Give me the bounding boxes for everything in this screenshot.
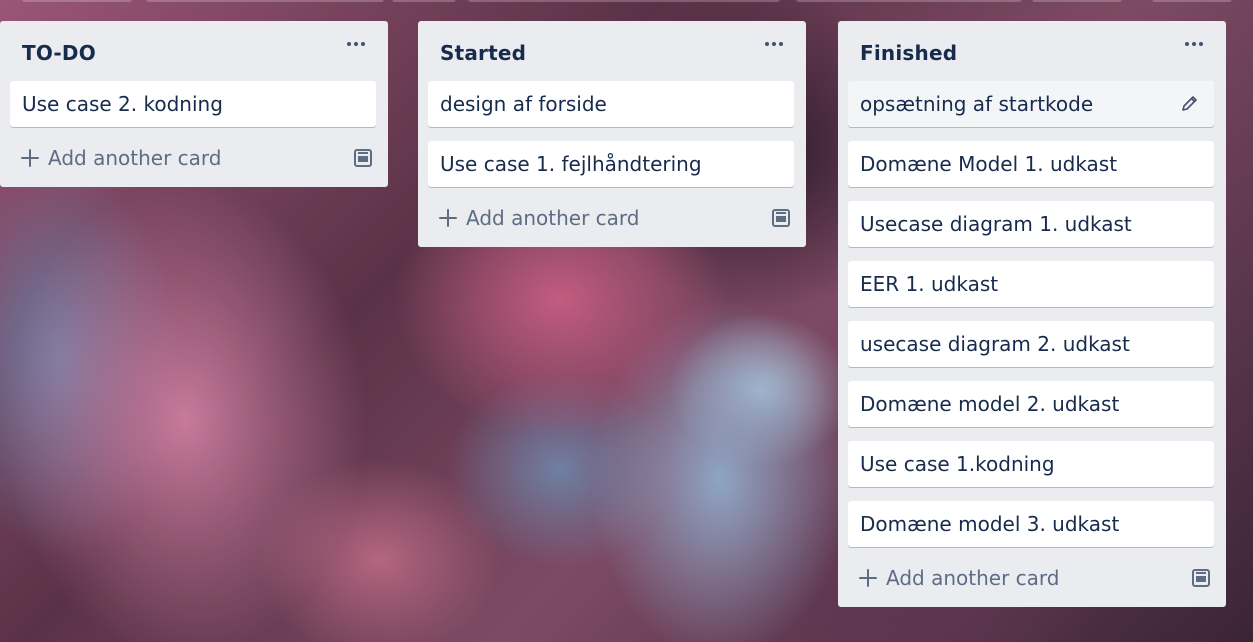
more-horizontal-icon[interactable] [762, 35, 786, 53]
card[interactable]: Domæne model 2. udkast [848, 381, 1214, 427]
list-header[interactable]: Started [428, 21, 794, 81]
add-card-button[interactable]: Add another card [856, 561, 1059, 595]
card-composer: Add another card [848, 547, 1214, 607]
card-title: opsætning af startkode [860, 92, 1094, 116]
add-card-button[interactable]: Add another card [436, 201, 639, 235]
add-card-label: Add another card [48, 146, 222, 170]
card-composer: Add another card [428, 187, 794, 247]
list-todo: TO-DO Use case 2. kodning Add another ca… [0, 21, 388, 187]
add-card-label: Add another card [466, 206, 640, 230]
pencil-icon[interactable] [1180, 93, 1200, 113]
card[interactable]: Use case 1. fejlhåndtering [428, 141, 794, 187]
card-template-icon[interactable] [770, 207, 792, 229]
list-header[interactable]: TO-DO [10, 21, 376, 81]
card[interactable]: usecase diagram 2. udkast [848, 321, 1214, 367]
more-horizontal-icon[interactable] [344, 35, 368, 53]
card[interactable]: Domæne Model 1. udkast [848, 141, 1214, 187]
more-horizontal-icon[interactable] [1182, 35, 1206, 53]
list-title[interactable]: TO-DO [22, 41, 96, 65]
card[interactable]: EER 1. udkast [848, 261, 1214, 307]
list-title[interactable]: Started [440, 41, 526, 65]
card-template-icon[interactable] [352, 147, 374, 169]
list-title[interactable]: Finished [860, 41, 957, 65]
list-finished: Finished opsætning af startkode Domæne M… [838, 21, 1226, 607]
plus-icon [439, 209, 457, 227]
add-card-label: Add another card [886, 566, 1060, 590]
add-card-button[interactable]: Add another card [18, 141, 221, 175]
card[interactable]: Use case 2. kodning [10, 81, 376, 127]
card[interactable]: Use case 1.kodning [848, 441, 1214, 487]
card[interactable]: Domæne model 3. udkast [848, 501, 1214, 547]
plus-icon [21, 149, 39, 167]
card[interactable]: Usecase diagram 1. udkast [848, 201, 1214, 247]
card-template-icon[interactable] [1190, 567, 1212, 589]
list-header[interactable]: Finished [848, 21, 1214, 81]
plus-icon [859, 569, 877, 587]
card[interactable]: design af forside [428, 81, 794, 127]
list-started: Started design af forside Use case 1. fe… [418, 21, 806, 247]
board-header-strip [0, 0, 1253, 3]
card[interactable]: opsætning af startkode [848, 81, 1214, 127]
card-composer: Add another card [10, 127, 376, 187]
